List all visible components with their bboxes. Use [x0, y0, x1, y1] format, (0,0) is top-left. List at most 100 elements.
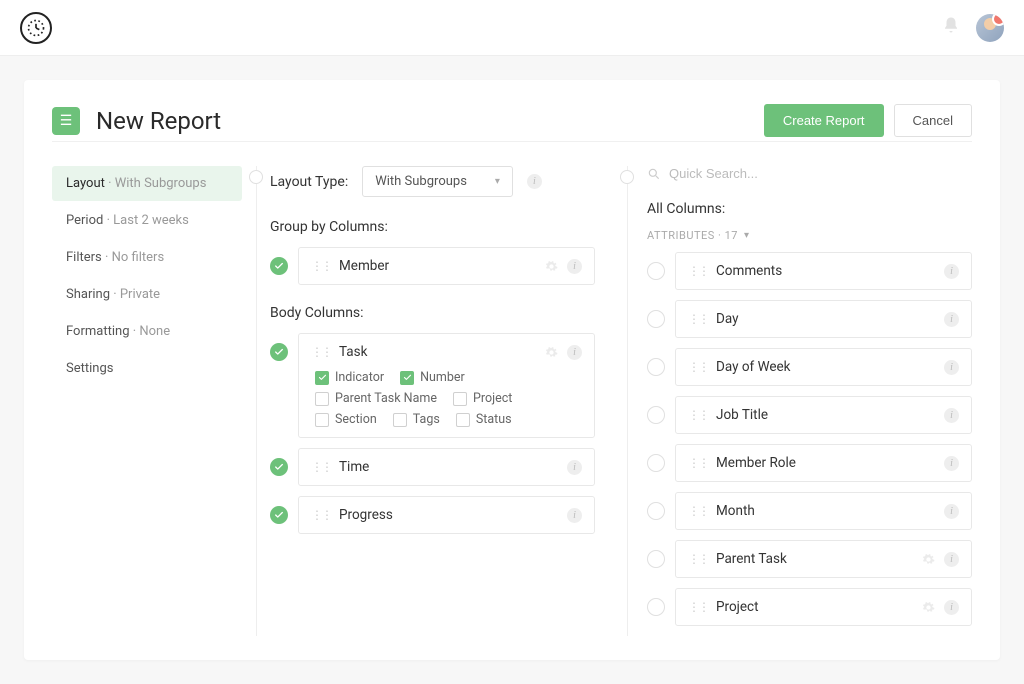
selected-check-icon[interactable]	[270, 257, 288, 275]
info-icon[interactable]: i	[567, 259, 582, 274]
add-column-circle[interactable]	[647, 502, 665, 520]
task-option-section[interactable]: Section	[315, 412, 377, 427]
info-icon[interactable]: i	[944, 552, 959, 567]
all-columns-column: All Columns: ATTRIBUTES · 17 ▾ ⋮⋮Comment…	[641, 166, 972, 636]
selected-check-icon[interactable]	[270, 343, 288, 361]
info-icon[interactable]: i	[944, 504, 959, 519]
checkbox-icon	[456, 413, 470, 427]
selected-check-icon[interactable]	[270, 458, 288, 476]
layout-type-label: Layout Type:	[270, 174, 348, 190]
checkbox-icon	[400, 371, 414, 385]
column-label: Parent Task	[716, 551, 787, 567]
add-column-circle[interactable]	[647, 454, 665, 472]
column-label: Task	[339, 344, 367, 360]
quick-search-input[interactable]	[669, 166, 972, 181]
info-icon[interactable]: i	[567, 460, 582, 475]
task-option-tags[interactable]: Tags	[393, 412, 440, 427]
column-label: Progress	[339, 507, 393, 523]
drag-handle-icon[interactable]: ⋮⋮	[688, 408, 708, 422]
column-box: ⋮⋮Day i	[675, 300, 972, 338]
info-icon[interactable]: i	[567, 508, 582, 523]
create-report-button[interactable]: Create Report	[764, 104, 884, 137]
checkbox-icon	[315, 392, 329, 406]
drag-handle-icon[interactable]: ⋮⋮	[311, 460, 331, 474]
report-icon: ☰	[52, 107, 80, 135]
info-icon[interactable]: i	[944, 600, 959, 615]
checkbox-icon	[315, 371, 329, 385]
column-label: Project	[716, 599, 759, 615]
drag-handle-icon[interactable]: ⋮⋮	[311, 345, 331, 359]
sidebar: Layout · With SubgroupsPeriod · Last 2 w…	[52, 166, 242, 636]
group-by-title: Group by Columns:	[270, 219, 595, 235]
divider	[613, 166, 641, 636]
info-icon[interactable]: i	[944, 264, 959, 279]
layout-config-column: Layout Type: With Subgroups ▾ i Group by…	[270, 166, 613, 636]
group-by-row: ⋮⋮Member i	[270, 247, 595, 285]
info-icon[interactable]: i	[944, 456, 959, 471]
app-logo[interactable]	[20, 12, 52, 44]
info-icon[interactable]: i	[944, 408, 959, 423]
task-option-indicator[interactable]: Indicator	[315, 370, 384, 385]
task-option-status[interactable]: Status	[456, 412, 512, 427]
available-column-row: ⋮⋮ Parent Task i	[647, 540, 972, 578]
user-avatar[interactable]	[976, 14, 1004, 42]
add-column-circle[interactable]	[647, 310, 665, 328]
drag-handle-icon[interactable]: ⋮⋮	[311, 508, 331, 522]
column-label: Month	[716, 503, 755, 519]
available-column-row: ⋮⋮ Project i	[647, 588, 972, 626]
column-label: Comments	[716, 263, 782, 279]
sidebar-item-period[interactable]: Period · Last 2 weeks	[52, 203, 242, 238]
gear-icon[interactable]	[544, 345, 559, 360]
checkbox-icon	[393, 413, 407, 427]
drag-handle-icon[interactable]: ⋮⋮	[688, 312, 708, 326]
selected-check-icon[interactable]	[270, 506, 288, 524]
add-column-circle[interactable]	[647, 358, 665, 376]
column-box: ⋮⋮Member Role i	[675, 444, 972, 482]
column-box: ⋮⋮Member i	[298, 247, 595, 285]
column-box: ⋮⋮Time i	[298, 448, 595, 486]
task-option-project[interactable]: Project	[453, 391, 512, 406]
notification-icon[interactable]	[942, 16, 960, 39]
checkbox-icon	[315, 413, 329, 427]
available-column-row: ⋮⋮ Comments i	[647, 252, 972, 290]
info-icon[interactable]: i	[944, 360, 959, 375]
body-column-row: ⋮⋮ Progress i	[270, 496, 595, 534]
sidebar-item-settings[interactable]: Settings	[52, 351, 242, 386]
column-box: ⋮⋮ Comments i	[675, 252, 972, 290]
body-columns-title: Body Columns:	[270, 305, 595, 321]
topbar	[0, 0, 1024, 56]
sidebar-item-formatting[interactable]: Formatting · None	[52, 314, 242, 349]
add-column-circle[interactable]	[647, 262, 665, 280]
gear-icon[interactable]	[921, 600, 936, 615]
checkbox-icon	[453, 392, 467, 406]
task-option-number[interactable]: Number	[400, 370, 465, 385]
drag-handle-icon[interactable]: ⋮⋮	[311, 259, 331, 273]
info-icon[interactable]: i	[944, 312, 959, 327]
sidebar-item-layout[interactable]: Layout · With Subgroups	[52, 166, 242, 201]
drag-handle-icon[interactable]: ⋮⋮	[688, 264, 708, 278]
add-column-circle[interactable]	[647, 598, 665, 616]
layout-type-select[interactable]: With Subgroups ▾	[362, 166, 513, 197]
attributes-section-header[interactable]: ATTRIBUTES · 17 ▾	[647, 229, 972, 242]
task-option-parent-task-name[interactable]: Parent Task Name	[315, 391, 437, 406]
cancel-button[interactable]: Cancel	[894, 104, 972, 137]
info-icon[interactable]: i	[567, 345, 582, 360]
sidebar-item-filters[interactable]: Filters · No filters	[52, 240, 242, 275]
info-icon[interactable]: i	[527, 174, 542, 189]
gear-icon[interactable]	[544, 259, 559, 274]
column-box: ⋮⋮ Progress i	[298, 496, 595, 534]
available-column-row: ⋮⋮Member Role i	[647, 444, 972, 482]
drag-handle-icon[interactable]: ⋮⋮	[688, 504, 708, 518]
column-box: ⋮⋮Day of Week i	[675, 348, 972, 386]
drag-handle-icon[interactable]: ⋮⋮	[688, 552, 708, 566]
sidebar-item-sharing[interactable]: Sharing · Private	[52, 277, 242, 312]
add-column-circle[interactable]	[647, 406, 665, 424]
drag-handle-icon[interactable]: ⋮⋮	[688, 360, 708, 374]
gear-icon[interactable]	[921, 552, 936, 567]
drag-handle-icon[interactable]: ⋮⋮	[688, 600, 708, 614]
chevron-down-icon: ▾	[495, 176, 500, 187]
body-column-row: ⋮⋮ Task i Indicator Number Parent Task Na…	[270, 333, 595, 438]
drag-handle-icon[interactable]: ⋮⋮	[688, 456, 708, 470]
available-column-row: ⋮⋮ Month i	[647, 492, 972, 530]
add-column-circle[interactable]	[647, 550, 665, 568]
